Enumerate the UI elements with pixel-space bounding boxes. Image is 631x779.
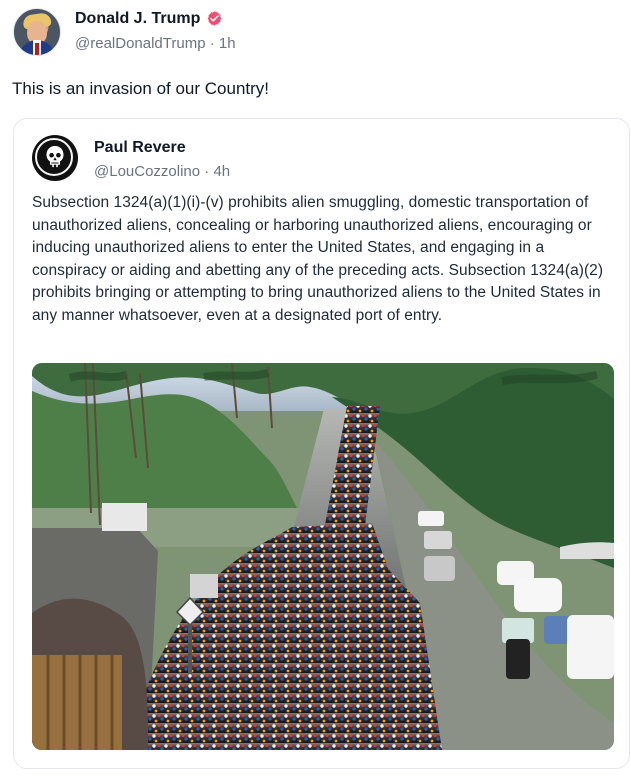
author-line: Donald J. Trump (75, 9, 236, 29)
post-text: This is an invasion of our Country! (12, 79, 270, 98)
quoted-post-text: Subsection 1324(a)(1)(i)-(v) prohibits a… (32, 194, 604, 324)
author-avatar[interactable] (13, 8, 61, 56)
quoted-handle-line: @LouCozzolino · 4h (94, 163, 230, 181)
quoted-author-avatar[interactable] (32, 135, 78, 181)
display-name[interactable]: Donald J. Trump (75, 9, 200, 29)
quoted-post-time[interactable]: 4h (213, 163, 230, 180)
author-handle[interactable]: @realDonaldTrump (75, 35, 206, 52)
post-header: Donald J. Trump @realDonaldTrump · 1h (13, 8, 236, 58)
quoted-author-block: Paul Revere @LouCozzolino · 4h (94, 139, 230, 181)
quoted-author-handle[interactable]: @LouCozzolino (94, 163, 200, 180)
quoted-post-image[interactable] (32, 363, 614, 750)
avatar-tie (35, 43, 39, 55)
author-block: Donald J. Trump @realDonaldTrump · 1h (75, 8, 236, 53)
skull-logo-icon (46, 146, 64, 168)
handle-line: @realDonaldTrump · 1h (75, 35, 236, 53)
caravan-road-photo (32, 363, 614, 750)
quoted-time-separator: · (200, 163, 214, 180)
quoted-post-header: Paul Revere @LouCozzolino · 4h (32, 135, 230, 181)
quoted-post-card[interactable]: Paul Revere @LouCozzolino · 4h Subsectio… (13, 118, 630, 769)
post-time[interactable]: 1h (219, 35, 236, 52)
post-card: Donald J. Trump @realDonaldTrump · 1h Th… (0, 0, 631, 779)
time-separator: · (205, 35, 219, 52)
quoted-display-name[interactable]: Paul Revere (94, 139, 230, 157)
verified-badge-icon (208, 10, 222, 26)
